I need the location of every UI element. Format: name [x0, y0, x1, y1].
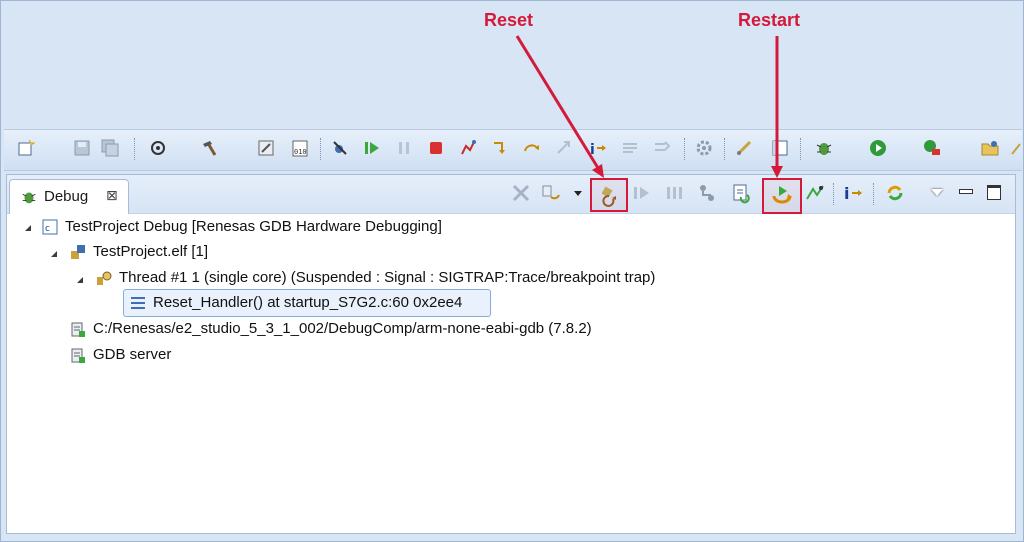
toolbar-separator: [320, 138, 322, 160]
relaunch-icon[interactable]: [539, 181, 563, 205]
tree-elf-label[interactable]: TestProject.elf [1]: [93, 243, 208, 260]
close-icon[interactable]: ⊠: [106, 188, 118, 204]
disconnect-icon[interactable]: [458, 138, 478, 158]
toolbar-separator: [684, 138, 686, 160]
drop-to-frame-icon[interactable]: [652, 138, 672, 158]
toolbar-separator: [134, 138, 136, 160]
tree-launch-label[interactable]: TestProject Debug [Renesas GDB Hardware …: [65, 218, 442, 235]
gdb-server-icon: [71, 348, 85, 363]
suspend-icon[interactable]: [394, 138, 414, 158]
external-tools-icon[interactable]: [922, 138, 942, 158]
step-into-icon[interactable]: [490, 138, 510, 158]
toolbar-separator: [873, 183, 875, 205]
step-over-icon[interactable]: [522, 138, 542, 158]
svg-text:i: i: [590, 142, 595, 158]
tree-frame-label: Reset_Handler() at startup_S7G2.c:60 0x2…: [153, 294, 463, 311]
debug-bug-icon[interactable]: [814, 138, 834, 158]
new-icon[interactable]: [16, 138, 36, 158]
save-icon[interactable]: [72, 138, 92, 158]
tree-thread-label[interactable]: Thread #1 1 (single core) (Suspended : S…: [119, 269, 655, 286]
save-all-icon[interactable]: [100, 138, 120, 158]
reset-icon[interactable]: [590, 178, 628, 212]
step-return-icon[interactable]: [554, 138, 574, 158]
open-folder-icon[interactable]: [980, 138, 1000, 158]
resume-icon[interactable]: [362, 138, 382, 158]
tree-expand-icon[interactable]: [51, 251, 57, 257]
main-toolbar: 010 i: [4, 129, 1022, 171]
step-filter-icon[interactable]: [803, 181, 827, 205]
svg-text:c: c: [45, 224, 50, 234]
restart-icon[interactable]: [762, 178, 802, 214]
connect-process-icon[interactable]: [695, 181, 719, 205]
chevron-down-icon[interactable]: [574, 191, 582, 196]
svg-text:i: i: [844, 184, 849, 203]
skip-breakpoints-icon[interactable]: [330, 138, 350, 158]
minimize-icon[interactable]: [959, 189, 973, 194]
refresh-icon[interactable]: [883, 181, 907, 205]
tree-gdb-server-label[interactable]: GDB server: [93, 346, 171, 363]
toolbar-separator: [833, 183, 835, 205]
remove-launches-icon[interactable]: [509, 181, 533, 205]
tab-debug-label: Debug: [44, 188, 89, 205]
build-hammer-icon[interactable]: [200, 138, 220, 158]
step-filters-icon[interactable]: [620, 138, 640, 158]
tree-expand-icon[interactable]: [25, 225, 31, 231]
thread-icon: [97, 271, 112, 285]
open-perspective-icon[interactable]: [770, 138, 790, 158]
binary-icon[interactable]: 010: [290, 138, 310, 158]
debug-bug-icon: [22, 192, 36, 204]
tab-debug[interactable]: Debug ⊠: [9, 179, 129, 214]
reload-file-icon[interactable]: [729, 181, 753, 205]
launch-config-icon: c: [42, 219, 58, 235]
more-toolbar-icon[interactable]: [1008, 138, 1024, 158]
toolbar-separator: [724, 138, 726, 160]
reset-annotation: Reset: [484, 10, 534, 30]
maximize-icon[interactable]: [987, 185, 1001, 200]
resume-without-signal-icon[interactable]: [631, 181, 655, 205]
build-config-icon[interactable]: [148, 138, 168, 158]
debug-view-header: Debug ⊠ i: [7, 175, 1015, 214]
terminate-icon[interactable]: [426, 138, 446, 158]
settings-gear-icon[interactable]: [694, 138, 714, 158]
view-menu-icon[interactable]: [931, 189, 943, 196]
restart-annotation: Restart: [738, 10, 801, 30]
debug-view: Debug ⊠ i c TestProject Debug [Renesas G…: [6, 174, 1016, 534]
instruction-step-icon[interactable]: i: [841, 181, 865, 205]
tree-gdb-label[interactable]: C:/Renesas/e2_studio_5_3_1_002/DebugComp…: [93, 320, 592, 337]
threads-icon[interactable]: [663, 181, 687, 205]
stack-frame-icon: [131, 297, 145, 309]
gdb-process-icon: [71, 322, 85, 337]
configure-icon[interactable]: [256, 138, 276, 158]
instruction-stepping-icon[interactable]: i: [588, 138, 608, 158]
tree-expand-icon[interactable]: [77, 277, 83, 283]
elf-process-icon: [71, 245, 85, 259]
svg-text:010: 010: [294, 148, 307, 156]
run-icon[interactable]: [868, 138, 888, 158]
connection-icon[interactable]: [734, 138, 754, 158]
toolbar-separator: [800, 138, 802, 160]
